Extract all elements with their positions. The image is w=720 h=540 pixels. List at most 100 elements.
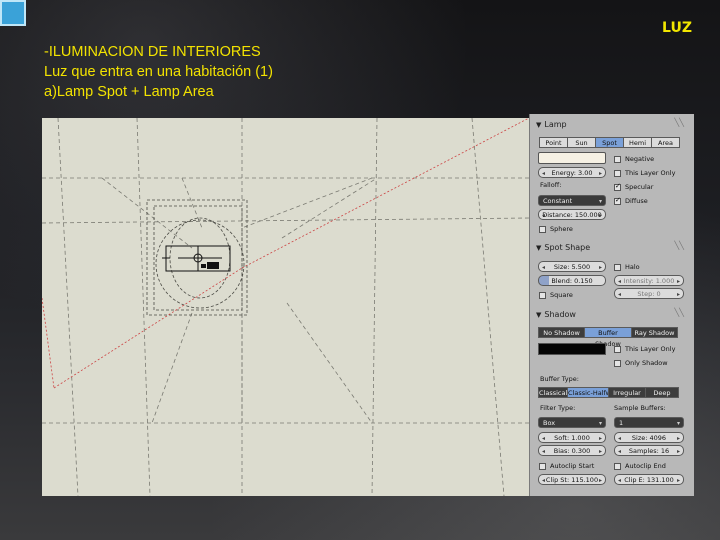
sample-buffers-value: 1 bbox=[619, 419, 624, 427]
falloff-dropdown[interactable]: Constant ▾ bbox=[538, 195, 606, 206]
shadow-section-header[interactable]: ▼ Shadow bbox=[536, 310, 576, 322]
increment-arrow-icon[interactable]: ▸ bbox=[677, 433, 680, 444]
shadow-size-field[interactable]: ◂ Size: 4096 ▸ bbox=[614, 432, 684, 443]
3d-viewport[interactable] bbox=[42, 118, 529, 496]
lamp-type-selector: Point Sun Spot Hemi Area bbox=[539, 137, 680, 148]
checkbox-icon bbox=[539, 291, 546, 299]
decrement-arrow-icon[interactable]: ◂ bbox=[542, 433, 545, 444]
clip-end-field[interactable]: ◂ Clip E: 131.100 ▸ bbox=[614, 474, 684, 485]
clip-start-value: Clip St: 115.100 bbox=[545, 476, 599, 484]
spot-size-field[interactable]: ◂ Size: 5.500 ▸ bbox=[538, 261, 606, 272]
energy-field[interactable]: ◂ Energy: 3.00 ▸ bbox=[538, 167, 606, 178]
decrement-arrow-icon[interactable]: ◂ bbox=[618, 433, 621, 444]
increment-arrow-icon[interactable]: ▸ bbox=[677, 276, 680, 287]
samples-field[interactable]: ◂ Samples: 16 ▸ bbox=[614, 445, 684, 456]
diffuse-checkbox[interactable]: Diffuse bbox=[614, 196, 648, 206]
checkbox-icon bbox=[614, 155, 621, 163]
viewport-wireframe bbox=[42, 118, 529, 496]
autoclip-start-checkbox[interactable]: Autoclip Start bbox=[539, 461, 594, 471]
decrement-arrow-icon[interactable]: ◂ bbox=[542, 446, 545, 457]
increment-arrow-icon[interactable]: ▸ bbox=[677, 289, 680, 300]
this-layer-only-label: This Layer Only bbox=[625, 169, 676, 177]
increment-arrow-icon[interactable]: ▸ bbox=[599, 475, 602, 486]
checkbox-icon bbox=[614, 169, 621, 177]
autoclip-end-checkbox[interactable]: Autoclip End bbox=[614, 461, 666, 471]
collapse-triangle-icon: ▼ bbox=[536, 121, 542, 129]
increment-arrow-icon[interactable]: ▸ bbox=[599, 433, 602, 444]
filter-type-dropdown[interactable]: Box ▾ bbox=[538, 417, 606, 428]
dropdown-arrow-icon: ▾ bbox=[676, 420, 680, 427]
square-checkbox[interactable]: Square bbox=[539, 290, 573, 300]
energy-value: Energy: 3.00 bbox=[551, 169, 593, 177]
step-field[interactable]: ◂ Step: 0 ▸ bbox=[614, 288, 684, 299]
intensity-field[interactable]: ◂ Intensity: 1.000 ▸ bbox=[614, 275, 684, 286]
decrement-arrow-icon[interactable]: ◂ bbox=[618, 276, 621, 287]
lamp-type-sun[interactable]: Sun bbox=[567, 137, 596, 148]
only-shadow-checkbox[interactable]: Only Shadow bbox=[614, 358, 668, 368]
shadow-mode-none[interactable]: No Shadow bbox=[538, 327, 585, 338]
this-layer-only-checkbox[interactable]: This Layer Only bbox=[614, 168, 675, 178]
clip-end-value: Clip E: 131.100 bbox=[624, 476, 674, 484]
spot-shape-section-header[interactable]: ▼ Spot Shape bbox=[536, 243, 590, 255]
corner-square-icon bbox=[0, 0, 26, 26]
shadow-mode-buffer[interactable]: Buffer Shadow bbox=[584, 327, 632, 348]
decrement-arrow-icon[interactable]: ◂ bbox=[542, 168, 545, 179]
soft-field[interactable]: ◂ Soft: 1.000 ▸ bbox=[538, 432, 606, 443]
increment-arrow-icon[interactable]: ▸ bbox=[677, 475, 680, 486]
shadow-color-swatch[interactable] bbox=[538, 343, 606, 355]
specular-checkbox[interactable]: Specular bbox=[614, 182, 653, 192]
decrement-arrow-icon[interactable]: ◂ bbox=[542, 262, 545, 273]
halo-checkbox[interactable]: Halo bbox=[614, 262, 640, 272]
lamp-type-area[interactable]: Area bbox=[651, 137, 680, 148]
decrement-arrow-icon[interactable]: ◂ bbox=[542, 210, 545, 221]
diffuse-label: Diffuse bbox=[625, 197, 648, 205]
buffer-type-deep[interactable]: Deep bbox=[645, 387, 679, 398]
sample-buffers-dropdown[interactable]: 1 ▾ bbox=[614, 417, 684, 428]
shadow-mode-selector: No Shadow Buffer Shadow Ray Shadow bbox=[538, 327, 678, 348]
buffer-type-label: Buffer Type: bbox=[540, 375, 579, 383]
increment-arrow-icon[interactable]: ▸ bbox=[599, 446, 602, 457]
autoclip-start-label: Autoclip Start bbox=[550, 462, 595, 470]
distance-field[interactable]: ◂ Distance: 150.000 ▸ bbox=[538, 209, 606, 220]
blend-slider[interactable]: Blend: 0.150 bbox=[538, 275, 606, 286]
bias-field[interactable]: ◂ Bias: 0.300 ▸ bbox=[538, 445, 606, 456]
drag-handle-icon[interactable]: ╲╲ bbox=[674, 308, 684, 317]
clip-start-field[interactable]: ◂ Clip St: 115.100 ▸ bbox=[538, 474, 606, 485]
increment-arrow-icon[interactable]: ▸ bbox=[599, 262, 602, 273]
step-value: Step: 0 bbox=[637, 290, 661, 298]
increment-arrow-icon[interactable]: ▸ bbox=[677, 446, 680, 457]
negative-checkbox[interactable]: Negative bbox=[614, 154, 654, 164]
title-line-2: Luz que entra en una habitación (1) bbox=[44, 64, 273, 80]
falloff-value: Constant bbox=[543, 197, 573, 205]
buffer-type-irregular[interactable]: Irregular bbox=[608, 387, 646, 398]
decrement-arrow-icon[interactable]: ◂ bbox=[618, 446, 621, 457]
square-label: Square bbox=[550, 291, 573, 299]
sphere-label: Sphere bbox=[550, 225, 573, 233]
lamp-section-header[interactable]: ▼ Lamp bbox=[536, 120, 567, 132]
sample-buffers-label: Sample Buffers: bbox=[614, 404, 666, 412]
checkbox-icon bbox=[614, 263, 621, 271]
drag-handle-icon[interactable]: ╲╲ bbox=[674, 241, 684, 250]
sphere-checkbox[interactable]: Sphere bbox=[539, 224, 573, 234]
lamp-type-hemi[interactable]: Hemi bbox=[623, 137, 652, 148]
decrement-arrow-icon[interactable]: ◂ bbox=[618, 475, 621, 486]
dropdown-arrow-icon: ▾ bbox=[598, 198, 602, 205]
distance-value: Distance: 150.000 bbox=[542, 211, 602, 219]
lamp-type-spot[interactable]: Spot bbox=[595, 137, 624, 148]
decrement-arrow-icon[interactable]: ◂ bbox=[618, 289, 621, 300]
checkbox-icon bbox=[539, 462, 546, 470]
lamp-properties-panel: ▼ Lamp ╲╲ Point Sun Spot Hemi Area ◂ Energ… bbox=[529, 114, 694, 496]
lamp-color-swatch[interactable] bbox=[538, 152, 606, 164]
increment-arrow-icon[interactable]: ▸ bbox=[599, 210, 602, 221]
specular-label: Specular bbox=[625, 183, 654, 191]
lamp-type-point[interactable]: Point bbox=[539, 137, 568, 148]
increment-arrow-icon[interactable]: ▸ bbox=[599, 168, 602, 179]
buffer-type-classic-halfway[interactable]: Classic-Halfway bbox=[567, 387, 609, 398]
drag-handle-icon[interactable]: ╲╲ bbox=[674, 118, 684, 127]
decrement-arrow-icon[interactable]: ◂ bbox=[542, 475, 545, 486]
buffer-type-classical[interactable]: Classical bbox=[538, 387, 568, 398]
shadow-this-layer-only-label: This Layer Only bbox=[625, 345, 676, 353]
bias-value: Bias: 0.300 bbox=[553, 447, 591, 455]
shadow-this-layer-only-checkbox[interactable]: This Layer Only bbox=[614, 344, 675, 354]
shadow-mode-ray[interactable]: Ray Shadow bbox=[631, 327, 678, 338]
